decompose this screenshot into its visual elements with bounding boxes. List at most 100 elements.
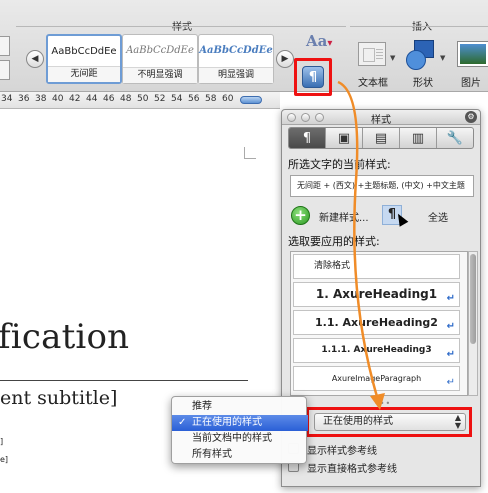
menu-item-recommended[interactable]: 推荐 <box>172 399 308 415</box>
chevron-right-icon: ▶ <box>281 54 289 64</box>
ribbon-left-control[interactable] <box>0 60 10 80</box>
pilcrow-icon: ¶ <box>308 69 318 85</box>
menu-item-label: 所有样式 <box>192 449 232 460</box>
picture-icon <box>458 42 488 66</box>
ruler-tick: 54 <box>171 94 183 104</box>
style-row-clear-formatting[interactable]: 清除格式 <box>293 254 460 279</box>
style-sample: AaBbCcDdEe <box>51 46 117 57</box>
tab-media[interactable]: ▤ <box>363 128 400 148</box>
style-row-name: AxureImageParagraph <box>331 374 422 383</box>
new-style-label[interactable]: 新建样式... <box>319 209 369 224</box>
menu-item-label: 正在使用的样式 <box>192 417 262 428</box>
checkbox-label: 显示样式参考线 <box>307 446 377 457</box>
ribbon-toolbar: 样式 插入 ◀ AaBbCcDdEe 无间距 AaBbCcDdEe 不明显强调 … <box>0 0 488 96</box>
ruler-tick: 58 <box>205 94 217 104</box>
style-sample: AaBbCcDdEe <box>126 45 194 56</box>
insert-item-label: 图片 <box>461 78 481 89</box>
style-row-name: 1.1.1. AxureHeading3 <box>321 345 432 355</box>
palette-titlebar[interactable]: 样式 ⚙ <box>282 110 480 126</box>
menu-item-styles-in-use[interactable]: ✓ 正在使用的样式 <box>172 415 308 431</box>
ruler-tick: 44 <box>86 94 98 104</box>
new-style-button[interactable]: + <box>291 206 310 225</box>
document-text-fragment: e] <box>0 455 9 464</box>
document-text-fragment: ] <box>0 437 4 446</box>
ruler-tick: 34 <box>1 94 13 104</box>
style-row-heading1[interactable]: 1. AxureHeading1 ↵ <box>293 282 460 307</box>
paragraph-style-icon: ↵ <box>446 349 455 360</box>
ruler-tick: 60 <box>222 94 234 104</box>
insert-item-label: 形状 <box>413 78 433 89</box>
dropdown-arrow-icon: ▼ <box>390 54 396 62</box>
dropdown-arrow-icon: ▼ <box>440 54 446 62</box>
checkmark-icon: ✓ <box>178 417 187 428</box>
insert-item-label: 文本框 <box>358 78 388 89</box>
current-style-label: 所选文字的当前样式: <box>288 158 391 171</box>
styles-pane-highlight: ¶ <box>294 58 332 96</box>
library-icon: ▥ <box>411 130 425 146</box>
ruler-tick: 36 <box>18 94 30 104</box>
style-tile-name: 明显强调 <box>199 67 273 83</box>
style-row-name: 1. AxureHeading1 <box>315 287 438 301</box>
horizontal-ruler[interactable]: 34 36 38 40 42 44 46 48 50 52 54 56 58 6… <box>0 92 280 109</box>
shape-icon <box>406 40 440 70</box>
menu-item-label: 当前文档中的样式 <box>192 433 272 444</box>
palette-tab-bar: ¶ ▣ ▤ ▥ 🔧 <box>288 127 474 149</box>
updown-arrows-icon: ▲ ▼ <box>454 413 461 430</box>
styles-pane-button[interactable]: ¶ <box>302 66 324 88</box>
palette-title: 样式 <box>371 115 391 126</box>
style-tile-intense-emphasis[interactable]: AaBbCcDdEe 明显强调 <box>198 34 274 84</box>
style-row-image-paragraph[interactable]: AxureImageParagraph ↵ <box>293 366 460 391</box>
paragraph-style-icon: ↵ <box>446 377 455 388</box>
scrollbar-thumb[interactable] <box>470 254 476 344</box>
chevron-left-icon: ◀ <box>31 54 39 64</box>
margin-corner-mark <box>244 147 256 159</box>
copy-icon: ▣ <box>337 130 351 146</box>
style-sample: AaBbCcDdEe <box>199 45 273 56</box>
ruler-tick: 52 <box>154 94 166 104</box>
styles-list: 清除格式 1. AxureHeading1 ↵ 1.1. AxureHeadin… <box>290 251 468 396</box>
paragraph-style-icon: ↵ <box>446 293 455 304</box>
group-divider <box>350 26 488 27</box>
select-all-button[interactable]: 全选 <box>428 209 448 224</box>
media-icon: ▤ <box>374 130 388 146</box>
ruler-tick: 42 <box>69 94 81 104</box>
style-tile-name: 不明显强调 <box>123 67 197 83</box>
styles-list-scrollbar[interactable] <box>468 251 478 396</box>
plus-icon: + <box>294 206 307 224</box>
show-styles-popup-menu: 推荐 ✓ 正在使用的样式 当前文档中的样式 所有样式 <box>171 396 308 464</box>
ribbon-left-control[interactable] <box>0 36 10 56</box>
tab-tools[interactable]: 🔧 <box>437 128 473 148</box>
document-subtitle: ent subtitle] <box>0 387 118 409</box>
title-underline <box>0 380 248 381</box>
text-box-icon <box>358 42 386 66</box>
ruler-tick: 40 <box>52 94 64 104</box>
tab-styles[interactable]: ¶ <box>289 128 326 148</box>
style-row-name: 清除格式 <box>314 261 351 271</box>
tab-copy[interactable]: ▣ <box>326 128 363 148</box>
apply-style-label: 选取要应用的样式: <box>288 235 380 248</box>
right-margin-marker[interactable] <box>240 96 262 104</box>
menu-item-styles-in-document[interactable]: 当前文档中的样式 <box>172 431 308 447</box>
ruler-tick: 50 <box>137 94 149 104</box>
style-tile-no-spacing[interactable]: AaBbCcDdEe 无间距 <box>46 34 122 84</box>
style-row-name: 1.1. AxureHeading2 <box>315 316 438 329</box>
ruler-tick: 38 <box>35 94 47 104</box>
menu-item-all-styles[interactable]: 所有样式 <box>172 447 308 463</box>
style-row-heading3[interactable]: 1.1.1. AxureHeading3 ↵ <box>293 338 460 363</box>
menu-item-label: 推荐 <box>192 401 212 412</box>
gear-icon[interactable]: ⚙ <box>465 111 477 123</box>
show-styles-select[interactable]: 正在使用的样式 ▲ ▼ <box>314 413 466 431</box>
style-row-heading2[interactable]: 1.1. AxureHeading2 ↵ <box>293 310 460 335</box>
paragraph-style-icon: ↵ <box>446 321 455 332</box>
style-tile-subtle-emphasis[interactable]: AaBbCcDdEe 不明显强调 <box>122 34 198 84</box>
wrench-icon: 🔧 <box>446 130 464 146</box>
ruler-tick: 46 <box>103 94 115 104</box>
styles-prev-button[interactable]: ◀ <box>26 50 44 68</box>
styles-next-button[interactable]: ▶ <box>276 50 294 68</box>
document-title: fication <box>0 317 130 357</box>
styles-palette: 样式 ⚙ ¶ ▣ ▤ ▥ 🔧 所选文字的当前样式: 无间距 + (西文) +主题… <box>281 109 481 487</box>
ruler-tick: 48 <box>120 94 132 104</box>
change-styles-icon[interactable]: Aa▾ <box>306 32 332 50</box>
ruler-tick: 56 <box>188 94 200 104</box>
tab-library[interactable]: ▥ <box>400 128 437 148</box>
